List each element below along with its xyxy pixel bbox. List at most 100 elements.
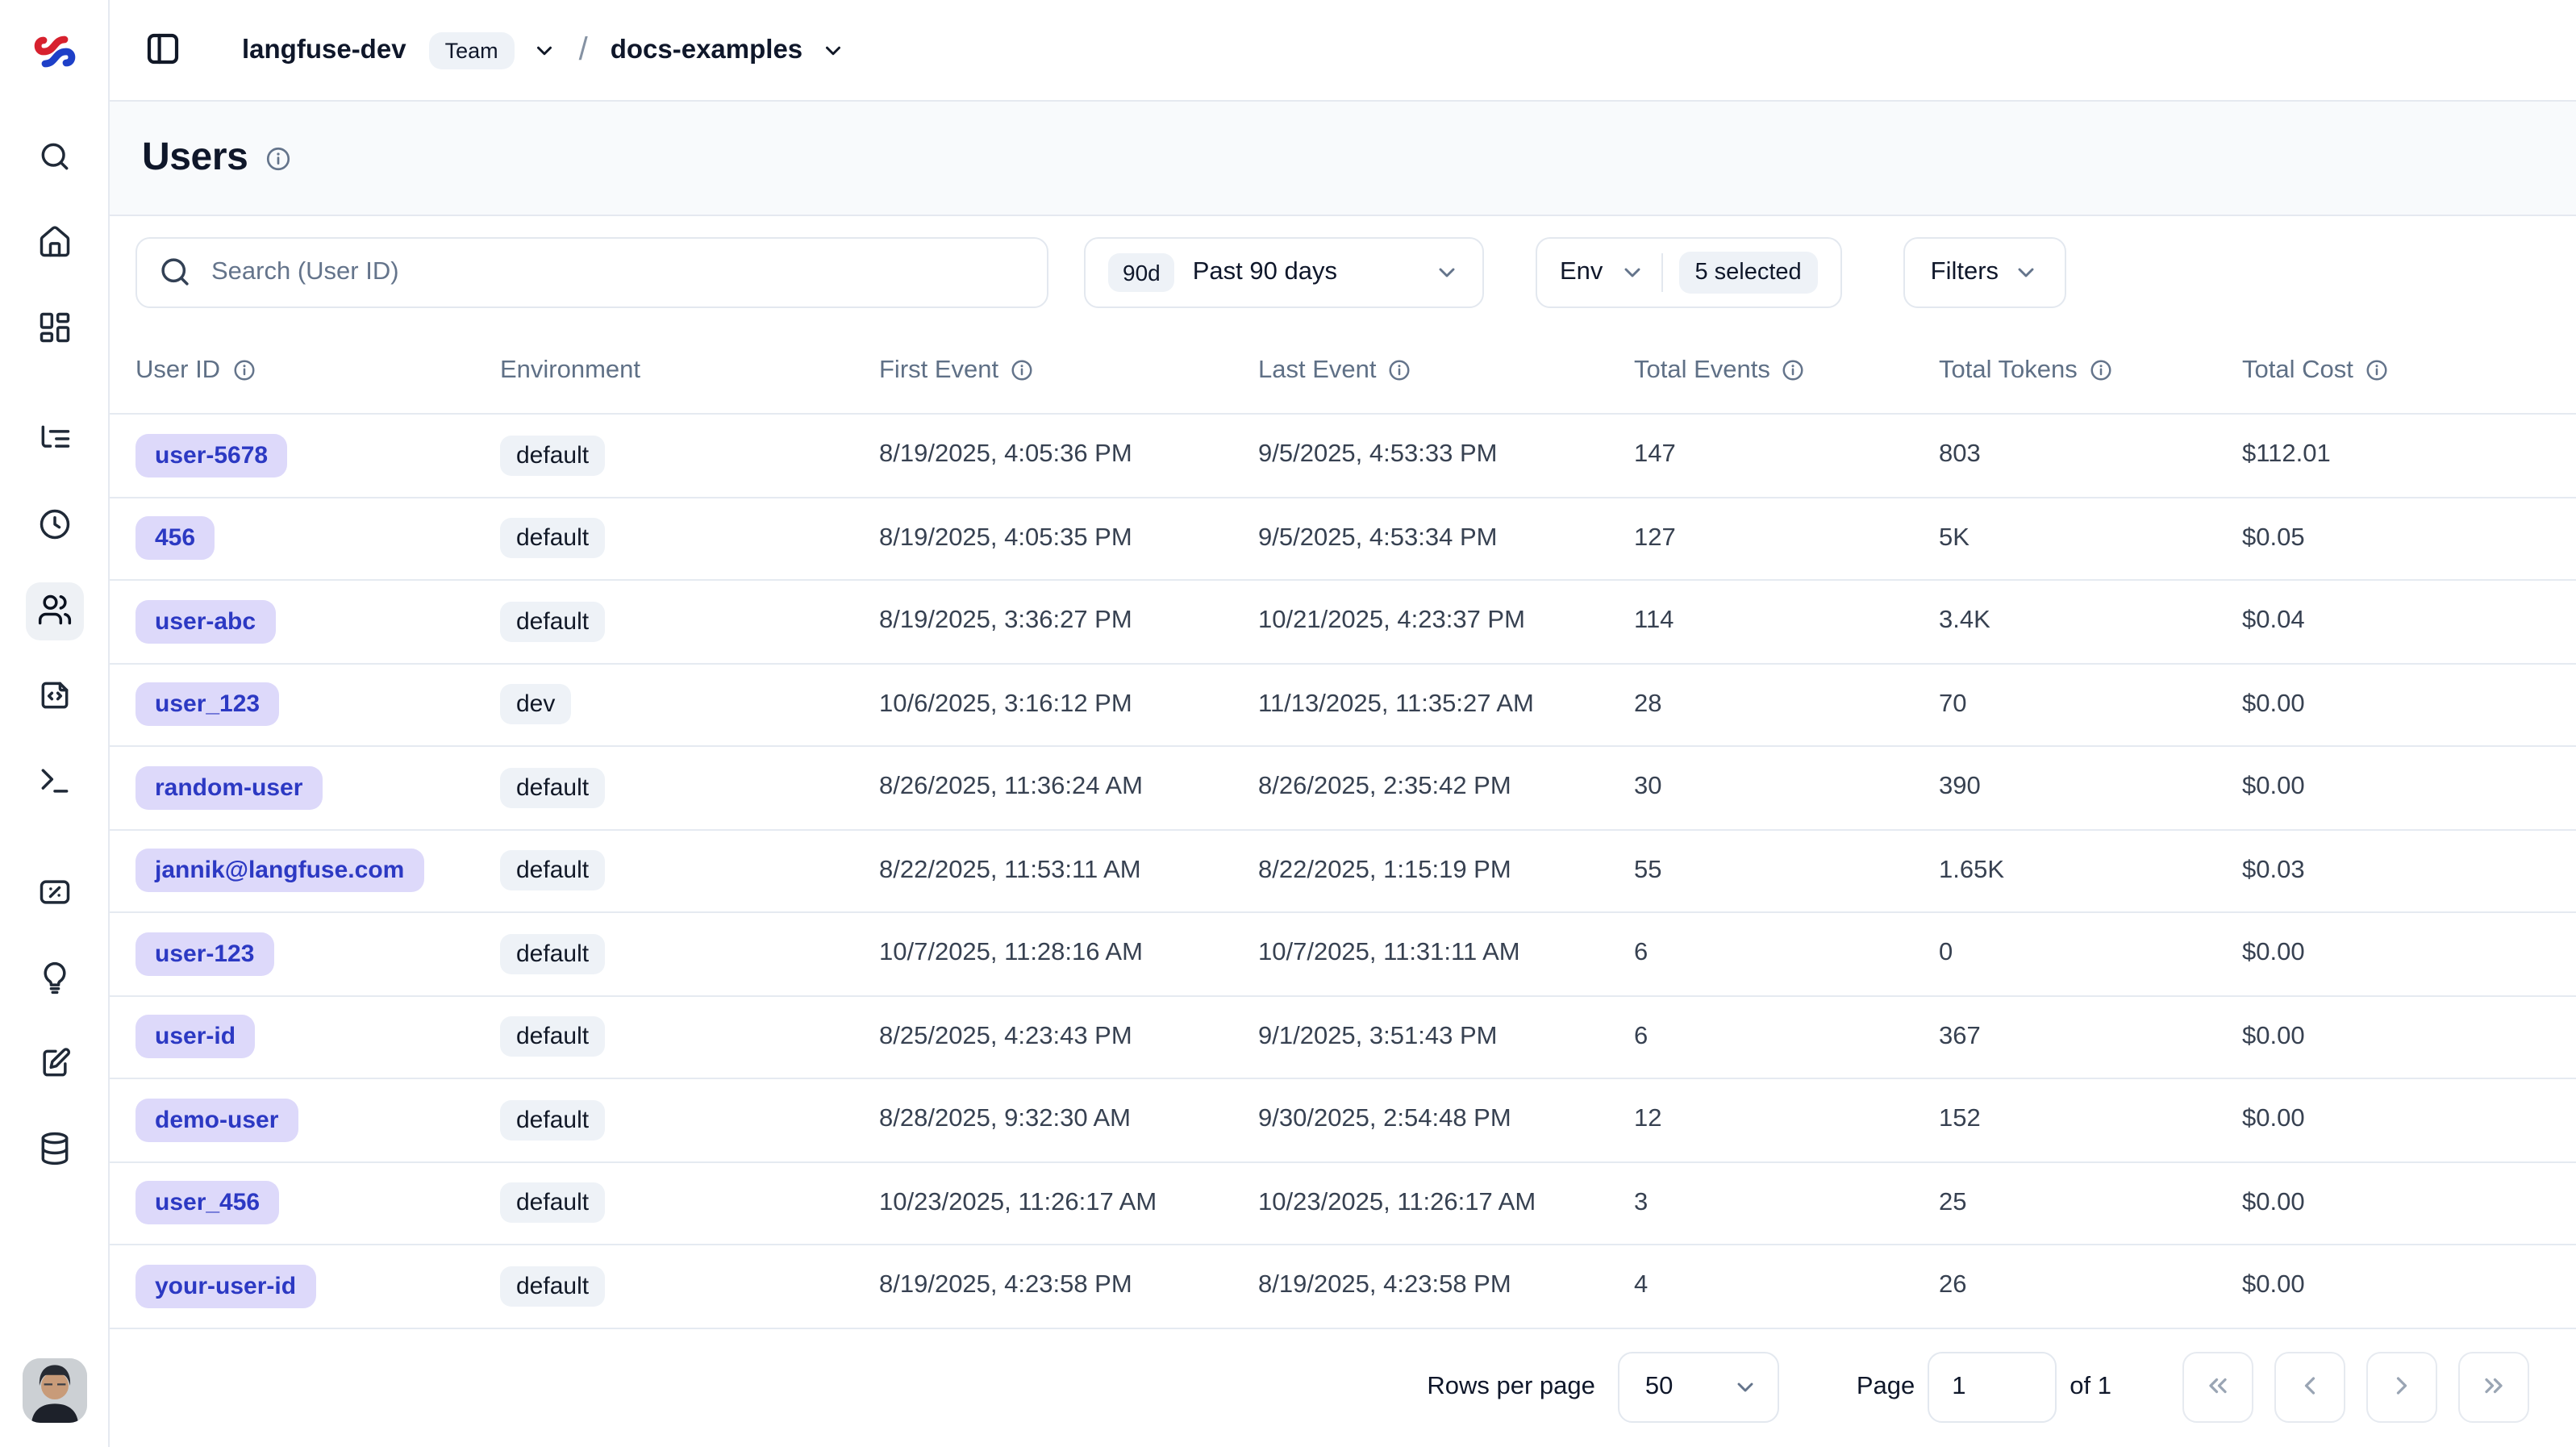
sidebar-item-prompts[interactable] bbox=[25, 668, 83, 726]
last-page-button[interactable] bbox=[2458, 1353, 2529, 1424]
table-row[interactable]: 456 default 8/19/2025, 4:05:35 PM 9/5/20… bbox=[110, 498, 2576, 581]
sidebar-item-playground[interactable] bbox=[25, 753, 83, 811]
total-events-cell: 55 bbox=[1634, 857, 1939, 886]
org-type-badge: Team bbox=[429, 31, 515, 69]
user-avatar[interactable] bbox=[22, 1358, 86, 1423]
environment-badge: default bbox=[500, 519, 605, 559]
total-events-cell: 4 bbox=[1634, 1272, 1939, 1301]
user-id-badge[interactable]: user_456 bbox=[135, 1182, 279, 1225]
nav-group-observe bbox=[25, 411, 83, 811]
user-id-badge[interactable]: user_123 bbox=[135, 683, 279, 727]
table-row[interactable]: user_456 default 10/23/2025, 11:26:17 AM… bbox=[110, 1162, 2576, 1245]
user-id-badge[interactable]: random-user bbox=[135, 766, 322, 810]
page-input[interactable] bbox=[1928, 1353, 2057, 1424]
total-tokens-cell: 803 bbox=[1939, 441, 2242, 470]
info-icon[interactable] bbox=[231, 358, 256, 382]
next-page-button[interactable] bbox=[2366, 1353, 2437, 1424]
search-input[interactable] bbox=[135, 237, 1048, 308]
first-event-cell: 10/7/2025, 11:28:16 AM bbox=[879, 940, 1258, 969]
toolbar: 90d Past 90 days Env 5 selected Filters bbox=[110, 216, 2576, 327]
chevron-right-icon bbox=[2387, 1371, 2416, 1405]
info-icon[interactable] bbox=[1782, 358, 1806, 382]
sidebar-item-users[interactable] bbox=[25, 582, 83, 640]
first-page-button[interactable] bbox=[2182, 1353, 2253, 1424]
info-icon[interactable] bbox=[264, 144, 291, 172]
total-events-cell: 3 bbox=[1634, 1189, 1939, 1218]
table-row[interactable]: demo-user default 8/28/2025, 9:32:30 AM … bbox=[110, 1079, 2576, 1162]
env-filter-button[interactable]: Env 5 selected bbox=[1536, 237, 1842, 308]
info-icon[interactable] bbox=[1388, 358, 1412, 382]
total-tokens-cell: 70 bbox=[1939, 690, 2242, 719]
total-events-cell: 6 bbox=[1634, 940, 1939, 969]
sidebar-toggle-button[interactable] bbox=[139, 26, 187, 74]
last-event-cell: 9/30/2025, 2:54:48 PM bbox=[1258, 1106, 1634, 1135]
environment-badge: dev bbox=[500, 685, 571, 725]
date-range-button[interactable]: 90d Past 90 days bbox=[1084, 237, 1484, 308]
user-id-cell: your-user-id bbox=[135, 1265, 500, 1308]
terminal-icon bbox=[36, 762, 72, 803]
info-icon[interactable] bbox=[2365, 358, 2389, 382]
table-row[interactable]: user-id default 8/25/2025, 4:23:43 PM 9/… bbox=[110, 996, 2576, 1079]
dashboard-icon bbox=[36, 309, 72, 349]
sidebar-item-tracing[interactable] bbox=[25, 411, 83, 469]
sidebar-item-evaluation[interactable] bbox=[25, 950, 83, 1008]
sidebar-nav bbox=[25, 102, 83, 1179]
info-icon[interactable] bbox=[1010, 358, 1034, 382]
user-id-badge[interactable]: jannik@langfuse.com bbox=[135, 849, 423, 893]
table-row[interactable]: random-user default 8/26/2025, 11:36:24 … bbox=[110, 747, 2576, 830]
table-row[interactable]: user_123 dev 10/6/2025, 3:16:12 PM 11/13… bbox=[110, 664, 2576, 747]
environment-cell: default bbox=[500, 851, 879, 891]
user-id-badge[interactable]: your-user-id bbox=[135, 1265, 315, 1308]
total-events-cell: 147 bbox=[1634, 441, 1939, 470]
column-header-last-event: Last Event bbox=[1258, 356, 1634, 385]
sidebar-item-annotation[interactable] bbox=[25, 1036, 83, 1094]
project-switcher-button[interactable]: docs-examples bbox=[611, 35, 844, 65]
clipboard-pen-icon bbox=[36, 1045, 72, 1085]
info-icon[interactable] bbox=[2089, 358, 2113, 382]
last-event-cell: 8/19/2025, 4:23:58 PM bbox=[1258, 1272, 1634, 1301]
user-id-badge[interactable]: 456 bbox=[135, 517, 215, 561]
sidebar-item-home[interactable] bbox=[25, 215, 83, 273]
filters-label: Filters bbox=[1931, 258, 1999, 287]
user-id-badge[interactable]: user-5678 bbox=[135, 434, 287, 477]
chevron-down-icon bbox=[820, 38, 844, 62]
nav-group-top bbox=[25, 129, 83, 358]
sidebar-item-datasets[interactable] bbox=[25, 1121, 83, 1179]
column-label: Environment bbox=[500, 356, 640, 385]
column-header-first-event: First Event bbox=[879, 356, 1258, 385]
environment-cell: default bbox=[500, 436, 879, 476]
breadcrumb-separator: / bbox=[579, 31, 588, 69]
table-row[interactable]: jannik@langfuse.com default 8/22/2025, 1… bbox=[110, 830, 2576, 913]
env-selected-badge: 5 selected bbox=[1678, 252, 1817, 294]
table-row[interactable]: your-user-id default 8/19/2025, 4:23:58 … bbox=[110, 1245, 2576, 1328]
total-events-cell: 12 bbox=[1634, 1106, 1939, 1135]
column-header-environment: Environment bbox=[500, 356, 879, 385]
table-row[interactable]: user-abc default 8/19/2025, 3:36:27 PM 1… bbox=[110, 581, 2576, 664]
table-row[interactable]: user-123 default 10/7/2025, 11:28:16 AM … bbox=[110, 913, 2576, 996]
org-switcher-button[interactable]: Team bbox=[429, 31, 556, 69]
total-events-cell: 127 bbox=[1634, 524, 1939, 553]
sidebar-item-scores[interactable] bbox=[25, 865, 83, 923]
sidebar-item-search[interactable] bbox=[25, 129, 83, 187]
rows-per-page-select[interactable]: 50 bbox=[1618, 1353, 1779, 1424]
column-header-total-tokens: Total Tokens bbox=[1939, 356, 2242, 385]
first-event-cell: 8/25/2025, 4:23:43 PM bbox=[879, 1023, 1258, 1052]
environment-badge: default bbox=[500, 436, 605, 476]
total-cost-cell: $0.00 bbox=[2242, 774, 2576, 803]
environment-cell: dev bbox=[500, 685, 879, 725]
column-label: Total Cost bbox=[2242, 356, 2353, 385]
sidebar-item-sessions[interactable] bbox=[25, 497, 83, 555]
chevron-down-icon bbox=[1619, 260, 1644, 286]
previous-page-button[interactable] bbox=[2274, 1353, 2345, 1424]
table-row[interactable]: user-5678 default 8/19/2025, 4:05:36 PM … bbox=[110, 415, 2576, 498]
user-id-badge[interactable]: user-123 bbox=[135, 932, 273, 976]
filters-button[interactable]: Filters bbox=[1903, 237, 2066, 308]
user-id-badge[interactable]: user-id bbox=[135, 1015, 255, 1059]
first-event-cell: 10/6/2025, 3:16:12 PM bbox=[879, 690, 1258, 719]
user-id-badge[interactable]: demo-user bbox=[135, 1099, 298, 1142]
column-label: Total Tokens bbox=[1939, 356, 2078, 385]
sidebar-item-dashboards[interactable] bbox=[25, 300, 83, 358]
user-id-badge[interactable]: user-abc bbox=[135, 600, 275, 644]
date-range-label: Past 90 days bbox=[1193, 258, 1337, 287]
user-id-cell: 456 bbox=[135, 517, 500, 561]
